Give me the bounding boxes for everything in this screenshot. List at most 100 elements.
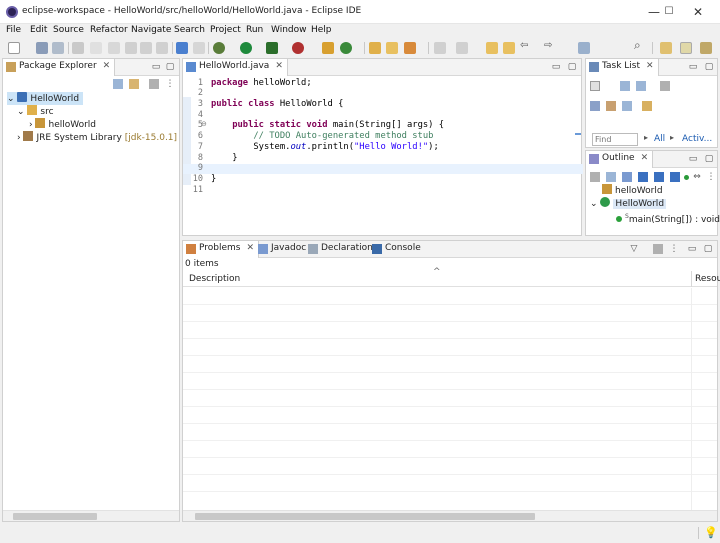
open-task-icon[interactable] — [386, 42, 398, 54]
hide-completed-icon[interactable] — [606, 101, 616, 111]
expand-arrow-icon[interactable]: ▸ — [670, 133, 674, 142]
debug-step-icon[interactable] — [108, 42, 120, 54]
run-icon[interactable] — [240, 42, 252, 54]
expand-arrow-icon[interactable]: ▸ — [644, 133, 648, 142]
scheduled-icon[interactable] — [636, 81, 646, 91]
all-tasks-link[interactable]: All — [654, 134, 665, 144]
menu-search[interactable]: Search — [174, 25, 205, 35]
tree-item-jre-library[interactable]: › JRE System Library [jdk-15.0.1] — [17, 131, 177, 144]
task-find-input[interactable] — [592, 133, 638, 146]
maximize-view-icon[interactable]: ▢ — [165, 62, 175, 72]
menu-file[interactable]: File — [6, 25, 21, 35]
external-tools-icon[interactable] — [292, 42, 304, 54]
view-menu-icon[interactable]: ⋮ — [669, 244, 679, 254]
tab-declaration[interactable]: Declaration — [305, 241, 377, 258]
tab-task-list[interactable]: Task List ✕ — [586, 59, 659, 76]
link-with-editor-icon[interactable]: ⇔ — [692, 172, 702, 182]
column-description[interactable]: Description — [189, 274, 240, 284]
minimize-view-icon[interactable]: ▭ — [151, 62, 161, 72]
menu-refactor[interactable]: Refactor — [90, 25, 128, 35]
collapse-all-icon[interactable] — [113, 79, 123, 89]
sort-icon[interactable] — [622, 172, 632, 182]
tab-package-explorer[interactable]: Package Explorer ✕ — [3, 59, 116, 76]
close-icon[interactable]: ✕ — [646, 61, 654, 71]
menu-window[interactable]: Window — [271, 25, 307, 35]
show-whitespace-icon[interactable] — [156, 42, 168, 54]
tab-console[interactable]: Console — [369, 241, 425, 258]
hide-local-types-icon[interactable] — [684, 175, 689, 180]
chevron-down-icon[interactable]: ⌄ — [590, 199, 598, 209]
fold-toggle-icon[interactable]: ⊖ — [201, 120, 209, 128]
menu-source[interactable]: Source — [53, 25, 84, 35]
menu-help[interactable]: Help — [311, 25, 332, 35]
skip-breakpoints-icon[interactable] — [193, 42, 205, 54]
close-icon[interactable]: ✕ — [641, 153, 649, 163]
hide-non-public-icon[interactable] — [670, 172, 680, 182]
hide-fields-icon[interactable] — [638, 172, 648, 182]
maximize-view-icon[interactable]: ▢ — [567, 62, 577, 72]
close-icon[interactable]: ✕ — [275, 61, 283, 71]
outline-item-class[interactable]: ⌄ HelloWorld — [590, 197, 667, 210]
view-menu-icon[interactable]: ⋮ — [165, 79, 175, 89]
minimize-view-icon[interactable]: ▭ — [688, 154, 698, 164]
coverage-icon[interactable] — [266, 42, 278, 54]
forward-arrow-icon[interactable]: ⇨ — [544, 40, 552, 51]
outline-item-method[interactable]: Smain(String[]) : void — [616, 210, 720, 225]
close-icon[interactable]: ✕ — [246, 243, 254, 253]
link-with-editor-icon[interactable] — [129, 79, 139, 89]
minimize-view-icon[interactable]: ▭ — [551, 62, 561, 72]
next-annotation-icon[interactable] — [434, 42, 446, 54]
column-resource[interactable]: Resou — [695, 274, 720, 284]
tree-item-project[interactable]: ⌄ HelloWorld — [7, 92, 84, 105]
collapse-icon[interactable] — [590, 101, 600, 111]
open-perspective-icon[interactable] — [660, 42, 672, 54]
filter-icon[interactable] — [622, 101, 632, 111]
scrollbar-thumb[interactable] — [195, 513, 535, 520]
chevron-down-icon[interactable]: ⌄ — [17, 107, 25, 117]
new-java-project-icon[interactable] — [322, 42, 334, 54]
menu-edit[interactable]: Edit — [30, 25, 47, 35]
new-task-icon[interactable] — [590, 81, 600, 91]
maximize-view-icon[interactable]: ▢ — [704, 154, 714, 164]
save-icon[interactable] — [36, 42, 48, 54]
close-icon[interactable]: ✕ — [103, 61, 111, 71]
toggle-icon[interactable] — [90, 42, 102, 54]
hide-static-icon[interactable] — [654, 172, 664, 182]
tree-item-package[interactable]: › helloWorld — [29, 118, 96, 131]
tab-javadoc[interactable]: Javadoc — [255, 241, 310, 258]
search-icon[interactable]: ⌕ — [634, 38, 641, 53]
pin-editor-icon[interactable] — [578, 42, 590, 54]
focus-icon[interactable] — [660, 81, 670, 91]
horizontal-scrollbar[interactable] — [3, 510, 179, 521]
maximize-view-icon[interactable]: ▢ — [703, 244, 713, 254]
lightbulb-icon[interactable]: 💡 — [704, 526, 718, 539]
new-class-icon[interactable] — [340, 42, 352, 54]
tab-outline[interactable]: Outline ✕ — [586, 151, 654, 168]
maximize-view-icon[interactable]: ▢ — [704, 62, 714, 72]
menu-project[interactable]: Project — [210, 25, 241, 35]
horizontal-scrollbar[interactable] — [183, 510, 717, 521]
categorized-icon[interactable] — [620, 81, 630, 91]
save-all-icon[interactable] — [52, 42, 64, 54]
code-area[interactable]: 1 2 3 4 5 6 7 8 9 10 11 ⊖ package helloW… — [183, 77, 583, 217]
back-arrow-icon[interactable]: ⇦ — [520, 40, 528, 51]
outline-item-package[interactable]: helloWorld — [602, 184, 663, 197]
tab-problems[interactable]: Problems ✕ — [183, 241, 260, 258]
previous-annotation-icon[interactable] — [456, 42, 468, 54]
minimize-view-icon[interactable]: ▭ — [688, 62, 698, 72]
focus-icon[interactable] — [653, 244, 663, 254]
chevron-right-icon[interactable]: › — [17, 133, 21, 143]
column-divider[interactable] — [691, 271, 692, 287]
minimize-view-icon[interactable]: ▭ — [687, 244, 697, 254]
last-edit-icon[interactable] — [486, 42, 498, 54]
collapse-all-icon[interactable] — [606, 172, 616, 182]
filter-icon[interactable]: ▽ — [629, 244, 639, 254]
word-wrap-icon[interactable] — [125, 42, 137, 54]
java-perspective-icon[interactable] — [700, 42, 712, 54]
menu-run[interactable]: Run — [246, 25, 263, 35]
java-ee-perspective-icon[interactable] — [680, 42, 692, 54]
open-type-icon[interactable] — [369, 42, 381, 54]
block-selection-icon[interactable] — [140, 42, 152, 54]
focus-icon[interactable] — [590, 172, 600, 182]
tab-helloworld-java[interactable]: HelloWorld.java ✕ — [183, 59, 288, 76]
